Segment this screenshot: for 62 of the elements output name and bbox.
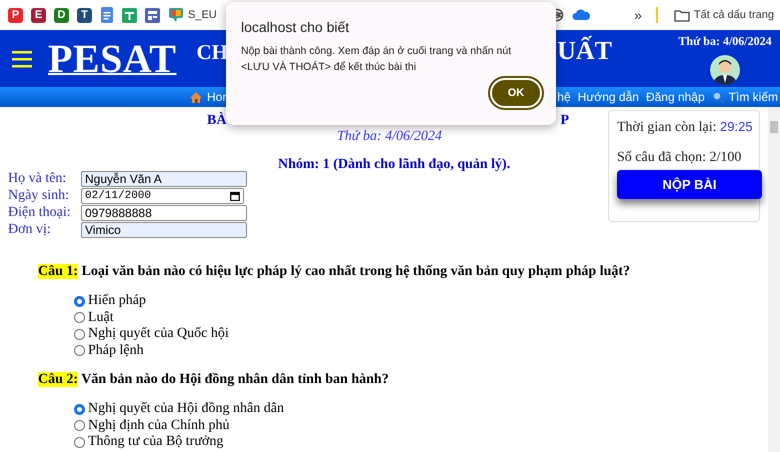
answered-count: Số câu đã chọn: 2/100 xyxy=(617,150,742,165)
dialog-message: Nộp bài thành công. Xem đáp án ở cuối trang và nhấn nút <LƯU VÀ THOÁT> để kết thúc bài thi xyxy=(241,44,512,75)
page-title: CH xyxy=(196,40,228,65)
cloud-icon[interactable] xyxy=(572,9,590,21)
option-label[interactable]: Pháp lệnh xyxy=(88,342,144,359)
document-icon[interactable] xyxy=(100,7,114,23)
nav-link[interactable]: Tìm kiếm xyxy=(712,90,778,104)
field-label: Họ và tên: xyxy=(8,171,68,187)
submit-button[interactable]: NỘP BÀI xyxy=(617,170,762,199)
date-field[interactable]: 02/11/2000 xyxy=(81,188,244,204)
spreadsheet-icon[interactable] xyxy=(122,8,137,22)
bookmark-label[interactable]: S_EU xyxy=(188,9,217,21)
radio-button[interactable] xyxy=(74,345,85,356)
exam-title: BÀ xyxy=(207,113,226,129)
option-label[interactable]: Nghị quyết của Quốc hội xyxy=(88,326,229,342)
scrollbar[interactable] xyxy=(768,107,780,452)
field-label: Đơn vị: xyxy=(8,222,52,238)
form-icon[interactable] xyxy=(145,8,160,22)
radio-button[interactable] xyxy=(74,420,85,432)
field-label: Điện thoại: xyxy=(8,205,72,221)
option-label[interactable]: Nghị định của Chính phủ xyxy=(88,418,230,434)
bookmark-icon[interactable]: E xyxy=(31,8,46,22)
chat-icon[interactable] xyxy=(168,7,184,23)
input-field[interactable]: Vimico xyxy=(81,222,247,238)
folder-icon[interactable] xyxy=(674,8,690,22)
dialog-title: localhost cho biết xyxy=(241,19,350,35)
ok-button[interactable]: OK xyxy=(490,78,542,108)
exam-date: Thứ ba: 4/06/2024 xyxy=(337,129,442,144)
field-label: Ngày sinh: xyxy=(8,188,70,204)
bookmarks-folder-label[interactable]: Tất cả dấu trang xyxy=(694,9,774,21)
input-field[interactable]: Nguyễn Văn A xyxy=(81,171,247,187)
bookmark-icon[interactable]: T xyxy=(77,8,92,22)
option-label[interactable]: Luật xyxy=(88,310,114,326)
nav-link[interactable]: hệ xyxy=(557,90,571,104)
scrollbar-thumb[interactable] xyxy=(770,121,778,133)
header-date: Thứ ba: 4/06/2024 xyxy=(678,34,772,49)
exam-title: P xyxy=(560,113,570,129)
bookmark-icon[interactable]: P xyxy=(8,8,23,22)
search-icon xyxy=(712,90,725,104)
group-heading: Nhóm: 1 (Dành cho lãnh đạo, quản lý). xyxy=(278,157,510,172)
home-icon xyxy=(189,90,203,104)
calendar-icon[interactable] xyxy=(230,191,240,201)
bookmark-icon[interactable]: D xyxy=(54,8,69,22)
option-label[interactable]: Hiến pháp xyxy=(88,293,146,310)
radio-button[interactable] xyxy=(74,404,85,415)
time-label: Thời gian còn lại: xyxy=(617,120,718,135)
radio-button[interactable] xyxy=(74,436,85,448)
radio-button[interactable] xyxy=(74,312,85,324)
option-label[interactable]: Thông tư của Bộ trưởng xyxy=(88,434,224,450)
nav-link[interactable]: Hướng dẫn xyxy=(578,90,639,104)
radio-button[interactable] xyxy=(74,296,85,307)
page-title: UẤT xyxy=(557,36,612,66)
radio-button[interactable] xyxy=(74,328,85,340)
avatar-icon[interactable] xyxy=(710,55,740,85)
site-logo[interactable]: PESAT xyxy=(48,35,176,82)
menu-icon[interactable] xyxy=(12,50,32,68)
nav-link[interactable]: Hor xyxy=(189,90,226,104)
more-bookmarks-button[interactable]: » xyxy=(634,7,642,23)
nav-link[interactable]: Đăng nhập xyxy=(646,90,705,104)
time-remaining: 29:25 xyxy=(720,119,753,134)
option-label[interactable]: Nghị quyết của Hội đồng nhân dân xyxy=(88,401,284,418)
input-field[interactable]: 0979888888 xyxy=(81,205,247,221)
